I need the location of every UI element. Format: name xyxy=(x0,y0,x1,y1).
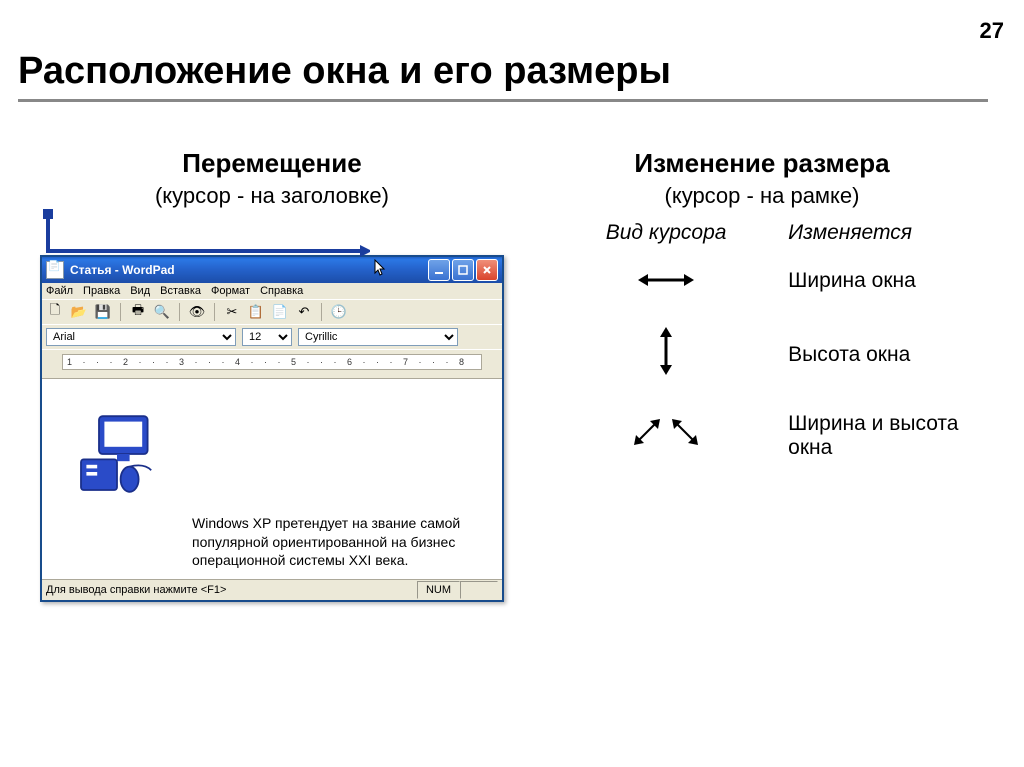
resize-table: Вид курсора Изменяется Ширина окна xyxy=(544,221,980,460)
cursor-icon xyxy=(374,259,388,282)
cursor-vertical-icon xyxy=(544,327,788,382)
separator xyxy=(179,303,180,321)
statusbar: Для вывода справки нажмите <F1> NUM xyxy=(42,579,502,600)
menu-file[interactable]: Файл xyxy=(46,285,73,297)
resize-subtitle: (курсор - на рамке) xyxy=(544,183,980,209)
fontbar: Arial 12 Cyrillic xyxy=(42,324,502,349)
find-icon[interactable]: 👁 xyxy=(188,303,206,321)
document-text: Windows XP претендует на звание самой по… xyxy=(192,514,472,569)
charset-select[interactable]: Cyrillic xyxy=(298,328,458,346)
undo-icon[interactable]: ↶ xyxy=(295,303,313,321)
left-column: Перемещение (курсор - на заголовке) Стат… xyxy=(40,148,504,602)
separator xyxy=(214,303,215,321)
minimize-button[interactable] xyxy=(428,259,450,281)
font-name-select[interactable]: Arial xyxy=(46,328,236,346)
menubar: Файл Правка Вид Вставка Формат Справка xyxy=(42,283,502,299)
copy-icon[interactable]: 📋 xyxy=(247,303,265,321)
separator xyxy=(321,303,322,321)
computer-icon xyxy=(72,409,162,499)
menu-view[interactable]: Вид xyxy=(130,285,150,297)
resize-title: Изменение размера xyxy=(544,148,980,179)
status-num: NUM xyxy=(417,581,460,599)
print-icon[interactable]: 🖶 xyxy=(129,303,147,321)
document-area[interactable]: Windows XP претендует на звание самой по… xyxy=(42,378,502,579)
resize-row-width: Ширина окна xyxy=(544,265,980,297)
open-icon[interactable]: 📂 xyxy=(70,303,88,321)
resize-header: Вид курсора Изменяется xyxy=(544,221,980,245)
ruler: 1 · · · 2 · · · 3 · · · 4 · · · 5 · · · … xyxy=(42,349,502,378)
cursor-horizontal-icon xyxy=(544,265,788,297)
change-both: Ширина и высота окна xyxy=(788,412,980,460)
font-size-select[interactable]: 12 xyxy=(242,328,292,346)
columns: Перемещение (курсор - на заголовке) Стат… xyxy=(40,148,980,602)
page-number: 27 xyxy=(980,18,1004,44)
move-title: Перемещение xyxy=(40,148,504,179)
menu-edit[interactable]: Правка xyxy=(83,285,120,297)
app-icon xyxy=(46,261,64,279)
paste-icon[interactable]: 📄 xyxy=(271,303,289,321)
toolbar: 🗋 📂 💾 🖶 🔍 👁 ✂ 📋 📄 ↶ 🕒 xyxy=(42,299,502,324)
resize-row-both: Ширина и высота окна xyxy=(544,412,980,460)
status-grip xyxy=(460,581,498,599)
header-cursor: Вид курсора xyxy=(544,221,788,245)
datetime-icon[interactable]: 🕒 xyxy=(330,303,348,321)
cut-icon[interactable]: ✂ xyxy=(223,303,241,321)
close-button[interactable] xyxy=(476,259,498,281)
resize-row-height: Высота окна xyxy=(544,327,980,382)
status-help: Для вывода справки нажмите <F1> xyxy=(46,584,417,596)
cursor-diagonal-icon xyxy=(544,413,788,460)
separator xyxy=(120,303,121,321)
menu-help[interactable]: Справка xyxy=(260,285,303,297)
titlebar[interactable]: Статья - WordPad xyxy=(42,257,502,283)
preview-icon[interactable]: 🔍 xyxy=(153,303,171,321)
new-icon[interactable]: 🗋 xyxy=(46,303,64,321)
ruler-bar: 1 · · · 2 · · · 3 · · · 4 · · · 5 · · · … xyxy=(62,354,482,370)
save-icon[interactable]: 💾 xyxy=(94,303,112,321)
window-title: Статья - WordPad xyxy=(70,263,374,277)
change-height: Высота окна xyxy=(788,343,980,367)
page-title: Расположение окна и его размеры xyxy=(18,50,988,102)
window-controls xyxy=(428,259,498,281)
arrow-wrap xyxy=(40,219,504,255)
header-changes: Изменяется xyxy=(788,221,980,245)
move-subtitle: (курсор - на заголовке) xyxy=(40,183,504,209)
menu-format[interactable]: Формат xyxy=(211,285,250,297)
change-width: Ширина окна xyxy=(788,269,980,293)
wordpad-window: Статья - WordPad Файл xyxy=(40,255,504,602)
menu-insert[interactable]: Вставка xyxy=(160,285,201,297)
maximize-button[interactable] xyxy=(452,259,474,281)
right-column: Изменение размера (курсор - на рамке) Ви… xyxy=(544,148,980,602)
